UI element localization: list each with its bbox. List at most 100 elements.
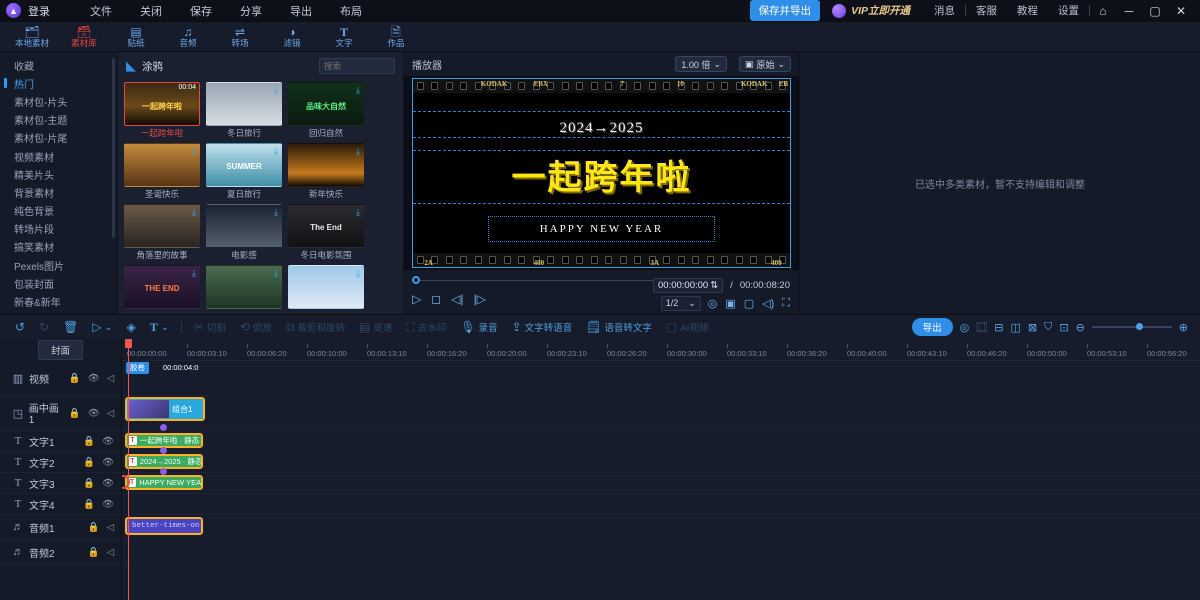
track-header-pip1[interactable]: ◳ 画中画1 🔒 👁 ◁ — [0, 396, 121, 431]
messages-button[interactable]: 消息 — [924, 3, 965, 18]
media-thumbnail[interactable]: ⤓ — [288, 143, 364, 187]
eye-icon[interactable]: 👁 — [102, 499, 114, 510]
media-thumbnail[interactable]: ⤓ — [206, 204, 282, 248]
media-thumbnail[interactable]: ⤓ — [206, 265, 282, 309]
refresh-icon[interactable]: ◎ — [960, 321, 970, 334]
media-thumbnail[interactable]: ⤓ — [206, 82, 282, 126]
prev-frame-icon[interactable]: ◁| — [451, 292, 463, 306]
zoom-slider-handle[interactable] — [1136, 323, 1143, 330]
split-view-icon[interactable]: ⊟ — [994, 321, 1003, 334]
export-button[interactable]: 导出 — [912, 318, 953, 336]
sidebar-item-mg-graphics[interactable]: MG图形 — [0, 311, 117, 314]
menu-item-export[interactable]: 导出 — [276, 1, 326, 21]
lane-text1[interactable]: T 一起跨年啦 · 静态 — [122, 431, 1200, 452]
keyframe-button[interactable]: ◈ — [120, 320, 143, 334]
audio-clip-1[interactable]: better-times-on... — [126, 518, 202, 534]
menu-item-file[interactable]: 文件 — [76, 1, 126, 21]
text-clip-2[interactable]: T 2024→2025 · 静态 — [126, 455, 202, 468]
media-thumbnail[interactable]: ⤓SUMMER — [206, 143, 282, 187]
zoom-out-icon[interactable]: ⊖ — [1076, 321, 1085, 334]
sidebar-item-funny-assets[interactable]: 搞笑素材 — [0, 238, 117, 256]
media-item[interactable]: ⤓THE END — [124, 265, 200, 311]
keyframe-icon[interactable]: ◎ — [708, 297, 718, 310]
lock-icon[interactable]: 🔒 — [88, 547, 100, 558]
download-icon[interactable]: ⤓ — [356, 146, 360, 157]
menu-item-layout[interactable]: 布局 — [326, 1, 376, 21]
lock-icon[interactable]: 🔒 — [83, 478, 95, 489]
tab-filters[interactable]: ◑ 滤镜 — [266, 22, 318, 52]
sidebar-item-hot[interactable]: 热门 — [0, 74, 117, 92]
eye-icon[interactable]: 👁 — [102, 436, 114, 447]
redo-button[interactable]: ↻ — [32, 320, 56, 334]
support-button[interactable]: 客服 — [966, 3, 1007, 18]
tab-text[interactable]: T 文字 — [318, 22, 370, 52]
record-button[interactable]: 🎙录音 — [453, 320, 504, 334]
lane-text4[interactable] — [122, 494, 1200, 515]
preview-canvas[interactable]: KODAK EBX 7 10 KODAK EB 2024→2025 一起跨年啦 … — [412, 78, 791, 268]
speech-to-text-button[interactable]: 🗒语音转文字 — [579, 320, 659, 334]
stepper-icon[interactable]: ⇅ — [710, 280, 718, 291]
sidebar-item-transition-clips[interactable]: 转场片段 — [0, 220, 117, 238]
fraction-dropdown[interactable]: 1/2 ⌄ — [661, 296, 701, 311]
tab-local-media[interactable]: 🗂 本地素材 — [6, 22, 58, 52]
close-icon[interactable]: ✕ — [1168, 0, 1194, 22]
lane-pip1[interactable]: 组合1 — [122, 396, 1200, 431]
video-clip-label[interactable]: 胶卷 00:00:04:0 — [126, 362, 206, 374]
sidebar-item-background-assets[interactable]: 背景素材 — [0, 183, 117, 201]
lock-icon[interactable]: 🔒 — [83, 457, 95, 468]
compare-icon[interactable]: ◫ — [1010, 321, 1020, 334]
ai-video-button[interactable]: ▢AI视频 — [659, 320, 715, 334]
lane-audio1[interactable]: better-times-on... — [122, 515, 1200, 540]
media-search-box[interactable]: 🔍 — [319, 58, 395, 74]
media-thumbnail[interactable]: ⤓ — [288, 265, 364, 309]
download-icon[interactable]: ⤓ — [356, 85, 360, 96]
mute-icon[interactable]: ◁ — [107, 522, 114, 533]
lane-text3[interactable]: T HAPPY NEW YEAR — [122, 473, 1200, 494]
tab-stickers[interactable]: ▤ 贴纸 — [110, 22, 162, 52]
eye-icon[interactable]: 👁 — [88, 373, 100, 384]
text-clip-1[interactable]: T 一起跨年啦 · 静态 — [126, 434, 202, 447]
media-thumbnail[interactable]: ⤓THE END — [124, 265, 200, 309]
sidebar-item-fine-openings[interactable]: 精美片头 — [0, 165, 117, 183]
lock-icon[interactable]: 🔒 — [69, 408, 81, 419]
sidebar-item-video-assets[interactable]: 视频素材 — [0, 147, 117, 165]
media-item[interactable]: ⤓SUMMER夏日旅行 — [206, 143, 282, 200]
login-button[interactable]: 登录 — [28, 3, 50, 19]
track-header-audio2[interactable]: ♬ 音频2 🔒 ◁ — [0, 540, 121, 565]
download-icon[interactable]: ⤓ — [274, 207, 278, 218]
tab-projects[interactable]: 🗎 作品 — [370, 22, 422, 52]
fit-icon[interactable]: ⿴ — [976, 319, 987, 335]
menu-item-close[interactable]: 关闭 — [126, 1, 176, 21]
media-item[interactable]: ⤓The End冬日电影氛围 — [288, 204, 364, 261]
track-header-text3[interactable]: T 文字3 🔒 👁 — [0, 473, 121, 494]
media-thumbnail[interactable]: ⤓The End — [288, 204, 364, 248]
lane-video[interactable]: 胶卷 00:00:04:0 — [122, 361, 1200, 396]
media-item[interactable]: ⤓ — [206, 265, 282, 311]
keyframe-marker[interactable] — [160, 424, 167, 431]
sidebar-scrollbar[interactable] — [112, 58, 115, 238]
track-header-text4[interactable]: T 文字4 🔒 👁 — [0, 494, 121, 515]
tab-material-library[interactable]: 🗃 素材库 — [58, 22, 110, 52]
play-icon[interactable]: ▷ — [412, 292, 421, 306]
lock-icon[interactable]: 🔒 — [83, 436, 95, 447]
media-thumbnail[interactable]: ⤓ — [124, 143, 200, 187]
scrubber-handle[interactable] — [412, 276, 420, 284]
download-icon[interactable]: ⤓ — [274, 85, 278, 96]
lane-text2[interactable]: T 2024→2025 · 静态 — [122, 452, 1200, 473]
vip-upgrade-link[interactable]: VIP立即开通 — [851, 3, 910, 18]
track-header-video[interactable]: ▥ 视频 🔒 👁 ◁ — [0, 361, 121, 396]
eye-icon[interactable]: 👁 — [102, 457, 114, 468]
speed-button[interactable]: ▤变速 — [352, 320, 399, 334]
media-item[interactable]: ⤓圣诞快乐 — [124, 143, 200, 200]
playback-speed-dropdown[interactable]: 1.00 倍 ⌄ — [675, 56, 727, 72]
undo-button[interactable]: ↺ — [8, 320, 32, 334]
next-frame-icon[interactable]: |▷ — [474, 292, 486, 306]
media-item[interactable]: ⤓电影感 — [206, 204, 282, 261]
media-thumbnail[interactable]: 00:04一起跨年啦 — [124, 82, 200, 126]
watermark-button[interactable]: ⛶去水印 — [399, 320, 453, 335]
tab-transitions[interactable]: ⇌ 转场 — [214, 22, 266, 52]
minimize-icon[interactable]: ─ — [1116, 0, 1142, 22]
download-icon[interactable]: ⤓ — [356, 268, 360, 279]
eye-icon[interactable]: 👁 — [102, 478, 114, 489]
sidebar-item-pack-theme[interactable]: 素材包-主题 — [0, 111, 117, 129]
